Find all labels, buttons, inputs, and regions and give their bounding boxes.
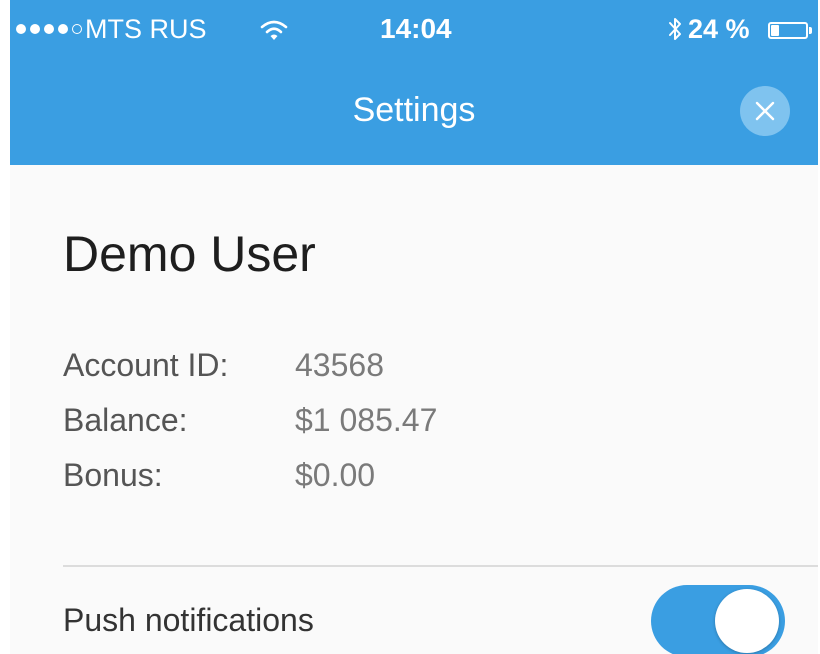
page-title: Settings [352,91,476,129]
balance-label: Balance: [63,402,188,438]
account-id-value: 43568 [295,347,384,383]
bonus-label: Bonus: [63,457,163,493]
battery-percent: 24 % [688,14,750,44]
status-bar: MTS RUS 14:04 24 % [10,0,818,60]
signal-strength-icon [16,24,82,34]
header: MTS RUS 14:04 24 % Settings [10,0,818,165]
battery-fill [771,25,779,36]
bonus-value: $0.00 [295,457,376,493]
balance-value: $1 085.47 [295,402,438,438]
close-button[interactable] [740,86,790,136]
push-notifications-toggle[interactable] [651,585,785,654]
status-time: 14:04 [380,13,452,44]
user-name: Demo User [63,226,316,282]
signal-dot [16,24,26,34]
signal-dot [72,24,82,34]
settings-screen: MTS RUS 14:04 24 % Settings Demo User Ac… [10,0,818,654]
battery-tip [809,27,812,34]
divider [63,565,818,567]
signal-dot [44,24,54,34]
battery-icon [768,22,808,39]
push-notifications-label: Push notifications [63,602,314,638]
account-id-label: Account ID: [63,347,229,383]
signal-dot [30,24,40,34]
carrier-name: MTS RUS [85,14,207,44]
bluetooth-icon [667,15,683,43]
toggle-knob [715,589,779,653]
close-icon [755,101,775,121]
wifi-icon [260,18,288,42]
signal-dot [58,24,68,34]
